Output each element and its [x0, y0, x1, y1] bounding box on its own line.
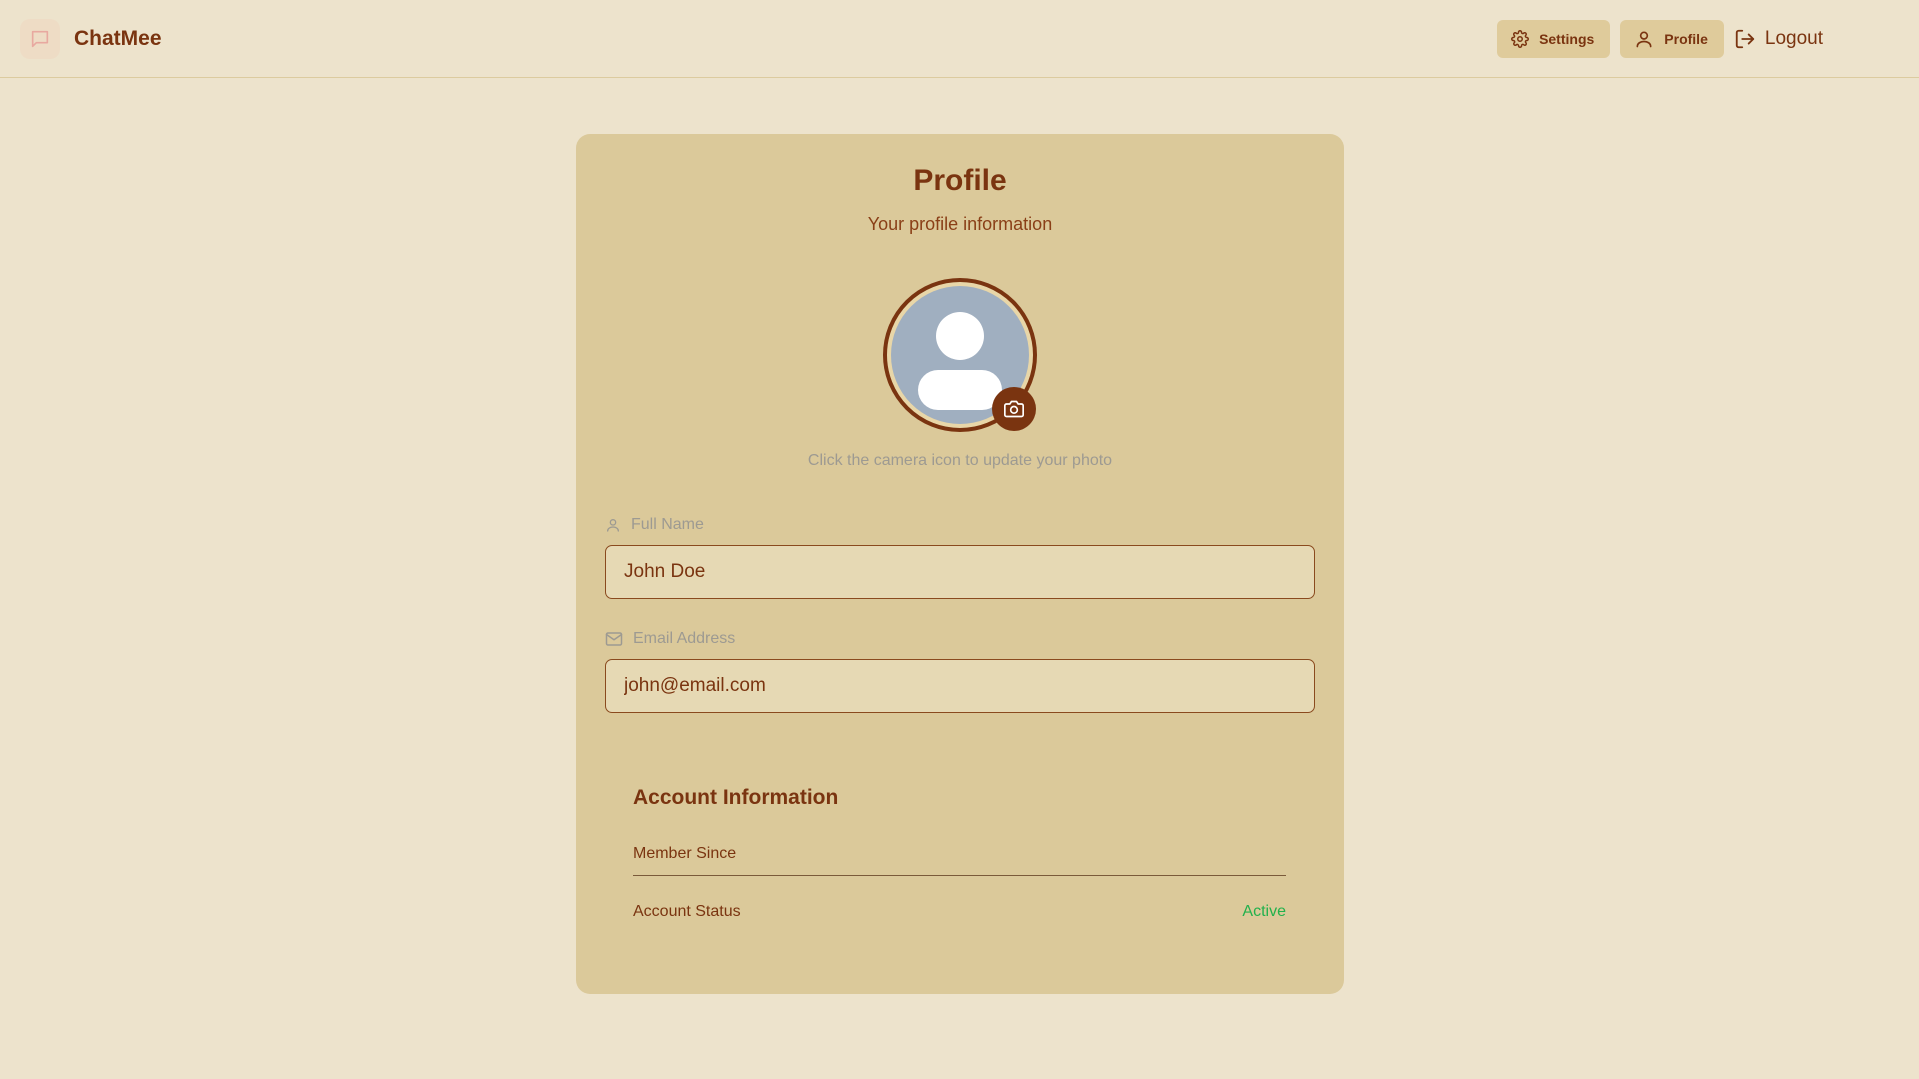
gear-icon: [1511, 30, 1529, 48]
page-title: Profile: [913, 164, 1007, 197]
user-icon: [1634, 29, 1654, 49]
full-name-label-text: Full Name: [631, 516, 704, 533]
message-square-icon: [20, 19, 60, 59]
account-status-value: Active: [1242, 903, 1286, 920]
email-input[interactable]: [605, 659, 1315, 713]
page-subtitle: Your profile information: [867, 214, 1053, 234]
settings-button[interactable]: Settings: [1497, 20, 1611, 58]
full-name-label: Full Name: [605, 516, 704, 534]
logout-button[interactable]: Logout: [1734, 20, 1823, 58]
nav-actions: Settings Profile Logout: [1487, 19, 1823, 59]
camera-button[interactable]: [992, 387, 1036, 431]
settings-label: Settings: [1539, 31, 1595, 47]
brand[interactable]: ChatMee: [20, 19, 162, 59]
account-status-label: Account Status: [633, 903, 741, 920]
account-status-row: Account Status Active: [633, 903, 1286, 921]
profile-card: Profile Your profile information Click t…: [576, 134, 1344, 994]
profile-label: Profile: [1664, 31, 1708, 47]
email-label-text: Email Address: [633, 630, 736, 647]
member-since-row: Member Since: [633, 845, 1286, 876]
logout-label: Logout: [1764, 28, 1823, 49]
camera-icon: [1004, 399, 1024, 419]
photo-hint: Click the camera icon to update your pho…: [807, 452, 1113, 469]
profile-button[interactable]: Profile: [1620, 20, 1724, 58]
app-name: ChatMee: [74, 27, 162, 50]
avatar-container: [883, 278, 1037, 432]
mail-icon: [605, 631, 623, 647]
full-name-input[interactable]: [605, 545, 1315, 599]
email-label: Email Address: [605, 630, 735, 648]
account-info-title: Account Information: [633, 786, 839, 809]
logout-icon: [1734, 28, 1756, 50]
member-since-label: Member Since: [633, 845, 737, 862]
user-icon: [605, 517, 621, 533]
top-navbar: ChatMee Settings Profile Logout: [0, 0, 1919, 78]
